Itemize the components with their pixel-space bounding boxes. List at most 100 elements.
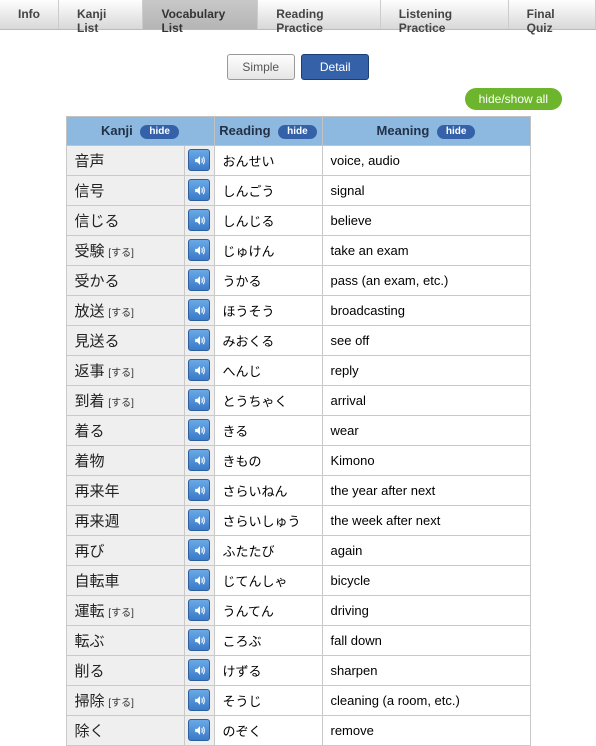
hide-meaning-button[interactable]: hide: [437, 125, 476, 139]
mode-detail-button[interactable]: Detail: [301, 54, 369, 80]
speaker-icon[interactable]: [188, 599, 210, 621]
reading-cell: さらいしゅう: [214, 505, 322, 535]
table-row: 自転車じてんしゃbicycle: [66, 565, 530, 595]
speaker-icon[interactable]: [188, 659, 210, 681]
speaker-icon[interactable]: [188, 149, 210, 171]
speaker-icon[interactable]: [188, 179, 210, 201]
kanji-suffix: [する]: [106, 608, 134, 619]
audio-cell: [184, 535, 214, 565]
kanji-cell: 音声: [66, 145, 184, 175]
speaker-icon[interactable]: [188, 419, 210, 441]
speaker-icon[interactable]: [188, 389, 210, 411]
table-row: 返事 [する]へんじreply: [66, 355, 530, 385]
kanji-cell: 受験 [する]: [66, 235, 184, 265]
speaker-icon[interactable]: [188, 299, 210, 321]
meaning-cell: bicycle: [322, 565, 530, 595]
kanji-text: 掃除: [75, 693, 105, 710]
kanji-suffix: [する]: [106, 698, 134, 709]
audio-cell: [184, 385, 214, 415]
audio-cell: [184, 625, 214, 655]
mode-simple-button[interactable]: Simple: [227, 54, 295, 80]
kanji-text: 受かる: [75, 273, 120, 290]
table-row: 見送るみおくるsee off: [66, 325, 530, 355]
speaker-icon[interactable]: [188, 269, 210, 291]
audio-cell: [184, 265, 214, 295]
tab-final-quiz[interactable]: Final Quiz: [509, 0, 596, 29]
kanji-cell: 再来年: [66, 475, 184, 505]
kanji-text: 見送る: [75, 333, 120, 350]
kanji-cell: 着物: [66, 445, 184, 475]
audio-cell: [184, 325, 214, 355]
speaker-icon[interactable]: [188, 629, 210, 651]
header-kanji-label: Kanji: [101, 123, 133, 138]
reading-cell: じてんしゃ: [214, 565, 322, 595]
kanji-cell: 掃除 [する]: [66, 685, 184, 715]
kanji-text: 着る: [75, 423, 105, 440]
speaker-icon[interactable]: [188, 539, 210, 561]
meaning-cell: reply: [322, 355, 530, 385]
table-row: 放送 [する]ほうそうbroadcasting: [66, 295, 530, 325]
kanji-suffix: [する]: [106, 368, 134, 379]
audio-cell: [184, 175, 214, 205]
meaning-cell: sharpen: [322, 655, 530, 685]
audio-cell: [184, 595, 214, 625]
kanji-suffix: [する]: [106, 248, 134, 259]
kanji-cell: 信じる: [66, 205, 184, 235]
reading-cell: ふたたび: [214, 535, 322, 565]
tab-info[interactable]: Info: [0, 0, 59, 29]
kanji-cell: 転ぶ: [66, 625, 184, 655]
table-row: 再びふたたびagain: [66, 535, 530, 565]
speaker-icon[interactable]: [188, 509, 210, 531]
meaning-cell: again: [322, 535, 530, 565]
tab-listening-practice[interactable]: Listening Practice: [381, 0, 509, 29]
table-row: 削るけずるsharpen: [66, 655, 530, 685]
reading-cell: ころぶ: [214, 625, 322, 655]
kanji-text: 信号: [75, 183, 105, 200]
speaker-icon[interactable]: [188, 359, 210, 381]
reading-cell: そうじ: [214, 685, 322, 715]
meaning-cell: voice, audio: [322, 145, 530, 175]
reading-cell: へんじ: [214, 355, 322, 385]
speaker-icon[interactable]: [188, 719, 210, 741]
table-row: 転ぶころぶfall down: [66, 625, 530, 655]
meaning-cell: the week after next: [322, 505, 530, 535]
audio-cell: [184, 295, 214, 325]
speaker-icon[interactable]: [188, 239, 210, 261]
table-row: 再来年さらいねんthe year after next: [66, 475, 530, 505]
hide-kanji-button[interactable]: hide: [140, 125, 179, 139]
hide-show-all-button[interactable]: hide/show all: [465, 88, 562, 110]
header-meaning: Meaning hide: [322, 117, 530, 146]
speaker-icon[interactable]: [188, 449, 210, 471]
audio-cell: [184, 355, 214, 385]
meaning-cell: broadcasting: [322, 295, 530, 325]
kanji-text: 音声: [75, 153, 105, 170]
tab-kanji-list[interactable]: Kanji List: [59, 0, 143, 29]
speaker-icon[interactable]: [188, 569, 210, 591]
speaker-icon[interactable]: [188, 689, 210, 711]
kanji-cell: 再び: [66, 535, 184, 565]
speaker-icon[interactable]: [188, 329, 210, 351]
reading-cell: さらいねん: [214, 475, 322, 505]
meaning-cell: believe: [322, 205, 530, 235]
kanji-cell: 見送る: [66, 325, 184, 355]
header-reading: Reading hide: [214, 117, 322, 146]
header-reading-label: Reading: [219, 123, 270, 138]
kanji-text: 転ぶ: [75, 633, 105, 650]
tab-vocabulary-list[interactable]: Vocabulary List: [143, 0, 258, 29]
meaning-cell: remove: [322, 715, 530, 745]
meaning-cell: signal: [322, 175, 530, 205]
kanji-text: 着物: [75, 453, 105, 470]
hide-reading-button[interactable]: hide: [278, 125, 317, 139]
reading-cell: おんせい: [214, 145, 322, 175]
table-row: 受かるうかるpass (an exam, etc.): [66, 265, 530, 295]
audio-cell: [184, 235, 214, 265]
audio-cell: [184, 205, 214, 235]
reading-cell: しんごう: [214, 175, 322, 205]
speaker-icon[interactable]: [188, 479, 210, 501]
kanji-text: 到着: [75, 393, 105, 410]
meaning-cell: driving: [322, 595, 530, 625]
tab-reading-practice[interactable]: Reading Practice: [258, 0, 381, 29]
audio-cell: [184, 505, 214, 535]
kanji-cell: 除く: [66, 715, 184, 745]
speaker-icon[interactable]: [188, 209, 210, 231]
